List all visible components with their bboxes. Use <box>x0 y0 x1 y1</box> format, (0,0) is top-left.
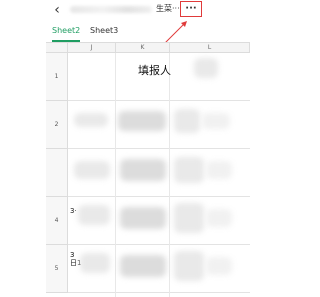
cell-redacted[interactable] <box>202 113 230 129</box>
cell-redacted[interactable] <box>118 111 166 131</box>
column-header-l[interactable]: L <box>170 43 250 53</box>
back-button[interactable]: ‹ <box>50 2 64 18</box>
row-divider <box>68 244 250 245</box>
cell-redacted[interactable] <box>174 157 204 183</box>
row-divider <box>68 196 250 197</box>
more-options-button[interactable]: ··· <box>180 1 202 17</box>
cell-redacted[interactable] <box>174 203 204 233</box>
cell-redacted[interactable] <box>74 161 110 179</box>
row-divider <box>68 100 250 101</box>
cell-redacted[interactable] <box>174 251 204 281</box>
row-divider <box>68 292 250 293</box>
cell-redacted[interactable] <box>120 255 166 277</box>
row-header-2[interactable]: 2 <box>46 101 68 149</box>
sheet-tab-bar: Sheet2 Sheet3 <box>46 24 250 42</box>
column-header-j[interactable]: J <box>68 43 116 53</box>
row-divider <box>68 148 250 149</box>
row-header-1[interactable]: 1 <box>46 53 68 101</box>
column-divider <box>169 53 170 297</box>
row-header-3[interactable] <box>46 149 68 197</box>
chevron-left-icon: ‹ <box>54 2 60 18</box>
cell-fragment[interactable]: 3· <box>70 208 77 215</box>
cell-redacted[interactable] <box>120 207 166 229</box>
cell-redacted[interactable] <box>78 205 110 225</box>
column-divider <box>115 53 116 297</box>
spreadsheet-screen: ‹ 生菜··· ··· Sheet2 Sheet3 J K L 1 2 4 5 <box>0 0 250 297</box>
tab-sheet3[interactable]: Sheet3 <box>90 26 118 35</box>
cell-redacted[interactable] <box>120 159 166 181</box>
cell-redacted[interactable] <box>194 58 218 78</box>
row-header-4[interactable]: 4 <box>46 197 68 245</box>
document-title-redacted <box>70 6 152 13</box>
cell-redacted[interactable] <box>174 109 200 133</box>
row-header-5[interactable]: 5 <box>46 245 68 293</box>
cell-redacted[interactable] <box>206 257 232 275</box>
tab-sheet2[interactable]: Sheet2 <box>52 26 80 35</box>
spreadsheet-grid[interactable]: J K L 1 2 4 5 填报人 3· 3 日1 <box>46 42 250 297</box>
cell-redacted[interactable] <box>206 161 232 179</box>
grid-corner[interactable] <box>46 43 68 53</box>
cell-redacted[interactable] <box>74 113 108 127</box>
top-bar: ‹ 生菜··· ··· <box>0 0 250 20</box>
document-title-suffix: 生菜··· <box>156 4 180 13</box>
cell-redacted[interactable] <box>80 253 110 273</box>
cell-reporter-label[interactable]: 填报人 <box>138 62 171 78</box>
cell-redacted[interactable] <box>206 209 232 227</box>
cell-fragment[interactable]: 3 <box>70 252 74 259</box>
column-header-k[interactable]: K <box>116 43 170 53</box>
more-icon: ··· <box>185 3 197 14</box>
